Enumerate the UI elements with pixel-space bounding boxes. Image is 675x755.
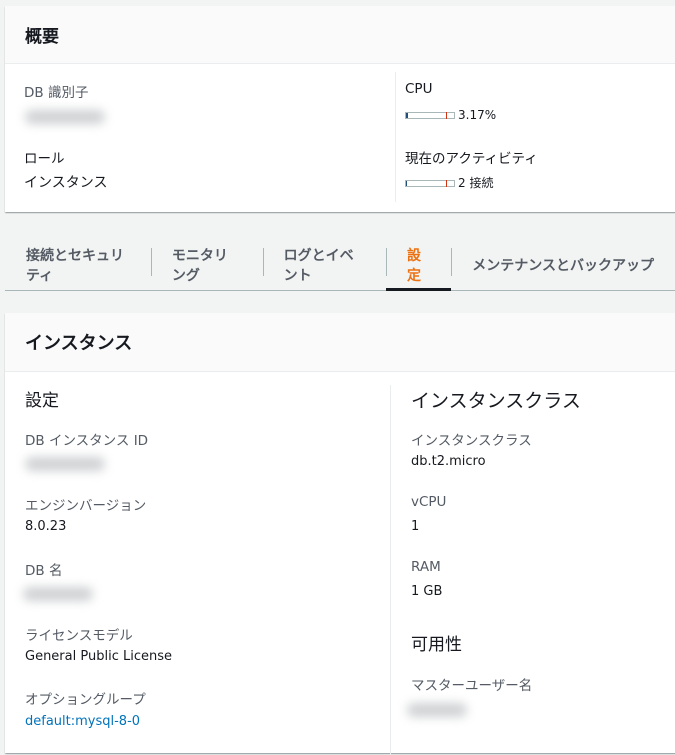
role-label: ロール bbox=[24, 151, 65, 167]
option-group-link[interactable]: default:mysql-8-0 bbox=[25, 714, 140, 729]
master-user-redacted bbox=[407, 703, 467, 717]
db-id-value-redacted bbox=[25, 110, 105, 124]
tab-configuration[interactable]: 設定 bbox=[386, 240, 452, 291]
activity-bar bbox=[405, 180, 455, 187]
engine-version-value: 8.0.23 bbox=[25, 519, 67, 534]
tab-bar: 接続とセキュリティ モニタリング ログとイベント 設定 メンテナンスとバックアッ… bbox=[5, 240, 675, 291]
option-group-label: オプショングループ bbox=[25, 692, 146, 708]
activity-label: 現在のアクティビティ bbox=[405, 151, 538, 167]
db-name-label: DB 名 bbox=[25, 563, 63, 579]
cpu-label: CPU bbox=[405, 81, 433, 97]
settings-heading: 設定 bbox=[25, 391, 59, 411]
tab-connectivity[interactable]: 接続とセキュリティ bbox=[5, 240, 151, 290]
ram-label: RAM bbox=[411, 559, 441, 575]
instance-class-heading: インスタンスクラス bbox=[411, 390, 581, 412]
engine-version-label: エンジンバージョン bbox=[25, 498, 147, 514]
db-id-label: DB 識別子 bbox=[24, 85, 89, 101]
availability-heading: 可用性 bbox=[411, 635, 462, 655]
db-instance-id-label: DB インスタンス ID bbox=[25, 433, 149, 449]
cpu-bar bbox=[405, 112, 455, 119]
summary-title: 概要 bbox=[25, 27, 59, 47]
tab-logs-events[interactable]: ログとイベント bbox=[262, 240, 386, 290]
ram-value: 1 GB bbox=[411, 584, 443, 599]
activity-metric: 2 接続 bbox=[405, 174, 493, 191]
tab-maintenance-backup[interactable]: メンテナンスとバックアップ bbox=[451, 240, 675, 290]
vcpu-label: vCPU bbox=[411, 494, 447, 510]
column-divider bbox=[395, 72, 396, 202]
db-name-redacted bbox=[23, 587, 93, 601]
activity-value: 2 接続 bbox=[458, 176, 494, 190]
column-divider bbox=[390, 385, 391, 755]
summary-panel: 概要 DB 識別子 ロール インスタンス CPU 3.17% 現在のアクティビテ… bbox=[5, 6, 675, 212]
license-label: ライセンスモデル bbox=[25, 628, 133, 644]
vcpu-value: 1 bbox=[411, 519, 420, 534]
db-instance-id-redacted bbox=[25, 457, 105, 471]
master-user-label: マスターユーザー名 bbox=[411, 678, 533, 694]
instance-class-value: db.t2.micro bbox=[411, 454, 486, 469]
license-value: General Public License bbox=[25, 649, 172, 664]
role-value: インスタンス bbox=[24, 175, 108, 191]
tab-monitoring[interactable]: モニタリング bbox=[150, 240, 263, 290]
cpu-value: 3.17% bbox=[458, 108, 497, 122]
instance-title: インスタンス bbox=[25, 333, 133, 354]
cpu-metric: 3.17% bbox=[405, 108, 496, 122]
instance-panel: インスタンス 設定 DB インスタンス ID エンジンバージョン 8.0.23 … bbox=[5, 313, 675, 755]
instance-class-label: インスタンスクラス bbox=[411, 433, 532, 449]
